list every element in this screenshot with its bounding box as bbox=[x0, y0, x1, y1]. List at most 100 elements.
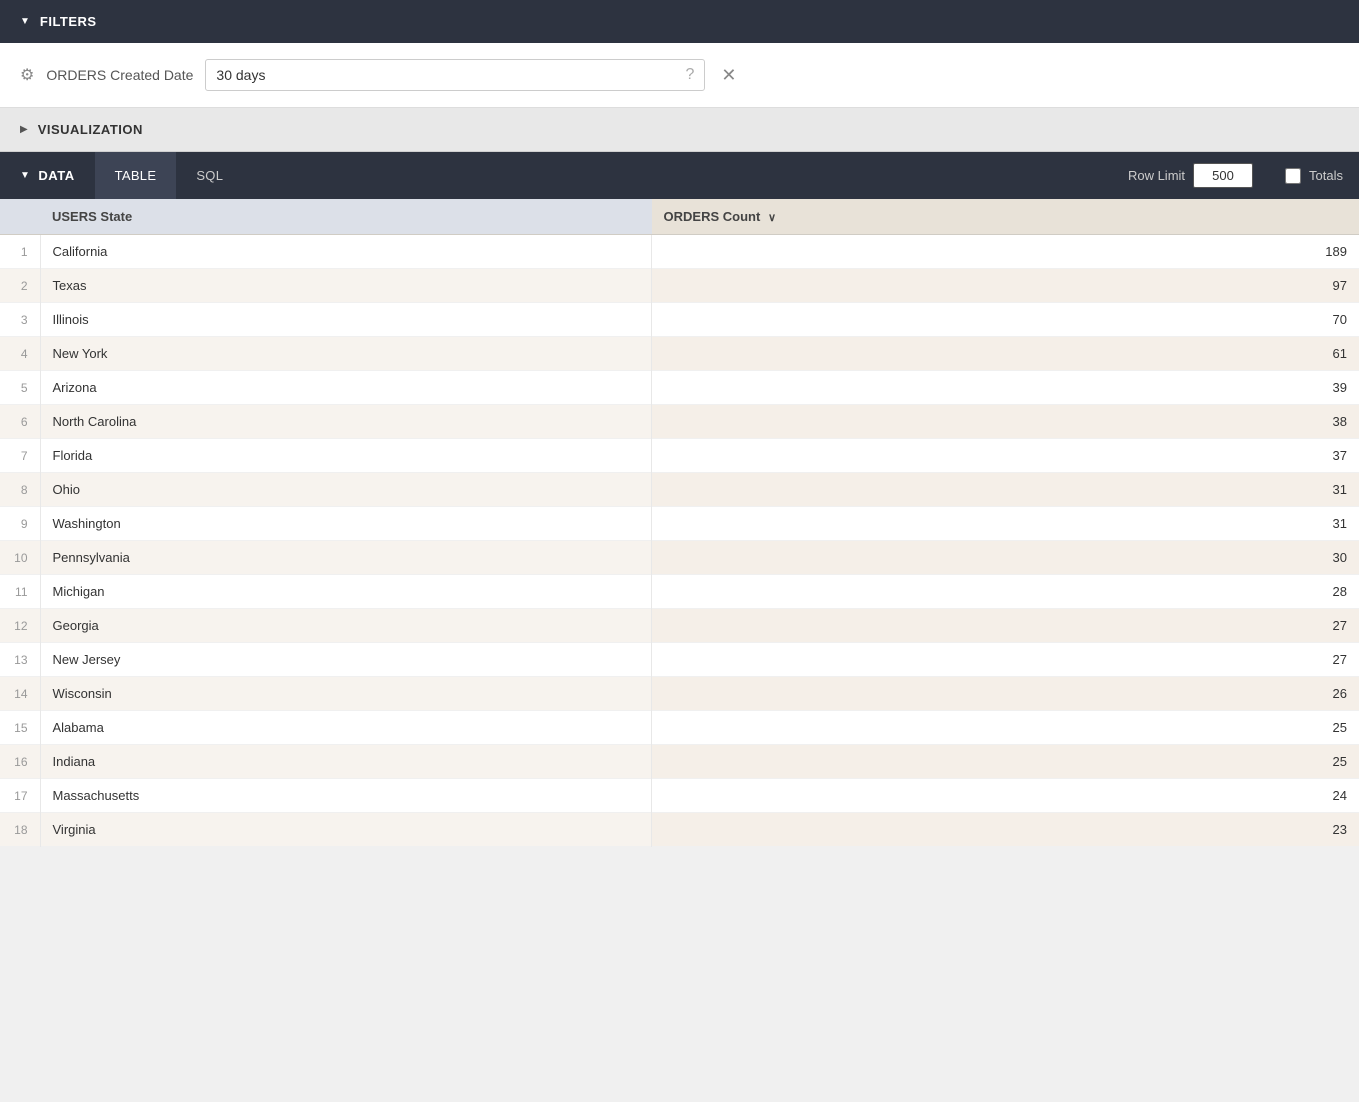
cell-row-num: 9 bbox=[0, 507, 40, 541]
cell-count: 61 bbox=[652, 337, 1359, 371]
cell-state: Wisconsin bbox=[40, 677, 652, 711]
data-bar: ▼ DATA TABLE SQL Row Limit Totals bbox=[0, 152, 1359, 199]
visualization-expand-icon: ▶ bbox=[20, 124, 28, 135]
cell-state: Indiana bbox=[40, 745, 652, 779]
cell-state: California bbox=[40, 235, 652, 269]
cell-row-num: 8 bbox=[0, 473, 40, 507]
cell-state: New York bbox=[40, 337, 652, 371]
cell-state: Pennsylvania bbox=[40, 541, 652, 575]
table-row: 4New York61 bbox=[0, 337, 1359, 371]
cell-count: 30 bbox=[652, 541, 1359, 575]
cell-state: North Carolina bbox=[40, 405, 652, 439]
cell-count: 189 bbox=[652, 235, 1359, 269]
table-row: 8Ohio31 bbox=[0, 473, 1359, 507]
tab-data[interactable]: ▼ DATA bbox=[0, 152, 95, 199]
filter-input-wrapper: ? bbox=[205, 59, 705, 91]
cell-row-num: 16 bbox=[0, 745, 40, 779]
visualization-title: VISUALIZATION bbox=[38, 122, 143, 137]
row-limit-label: Row Limit bbox=[1128, 168, 1185, 183]
cell-count: 38 bbox=[652, 405, 1359, 439]
cell-row-num: 3 bbox=[0, 303, 40, 337]
row-limit-input[interactable] bbox=[1193, 163, 1253, 188]
data-collapse-icon: ▼ bbox=[20, 170, 30, 181]
cell-count: 31 bbox=[652, 507, 1359, 541]
filters-collapse-icon: ▼ bbox=[20, 16, 30, 27]
table-row: 14Wisconsin26 bbox=[0, 677, 1359, 711]
col-header-users-state[interactable]: USERS State bbox=[40, 199, 652, 235]
cell-row-num: 15 bbox=[0, 711, 40, 745]
cell-count: 97 bbox=[652, 269, 1359, 303]
cell-row-num: 13 bbox=[0, 643, 40, 677]
cell-row-num: 7 bbox=[0, 439, 40, 473]
cell-count: 25 bbox=[652, 711, 1359, 745]
table-row: 3Illinois70 bbox=[0, 303, 1359, 337]
cell-row-num: 11 bbox=[0, 575, 40, 609]
gear-icon[interactable]: ⚙ bbox=[20, 65, 34, 85]
table-row: 1California189 bbox=[0, 235, 1359, 269]
cell-state: Texas bbox=[40, 269, 652, 303]
cell-count: 25 bbox=[652, 745, 1359, 779]
totals-label: Totals bbox=[1309, 168, 1343, 183]
table-row: 13New Jersey27 bbox=[0, 643, 1359, 677]
cell-state: Washington bbox=[40, 507, 652, 541]
filter-date-input[interactable] bbox=[206, 60, 675, 90]
tab-table[interactable]: TABLE bbox=[95, 152, 177, 199]
cell-count: 28 bbox=[652, 575, 1359, 609]
cell-state: Virginia bbox=[40, 813, 652, 847]
cell-count: 39 bbox=[652, 371, 1359, 405]
cell-row-num: 6 bbox=[0, 405, 40, 439]
cell-state: New Jersey bbox=[40, 643, 652, 677]
filters-header[interactable]: ▼ FILTERS bbox=[0, 0, 1359, 43]
cell-count: 31 bbox=[652, 473, 1359, 507]
table-row: 11Michigan28 bbox=[0, 575, 1359, 609]
table-row: 18Virginia23 bbox=[0, 813, 1359, 847]
table-row: 9Washington31 bbox=[0, 507, 1359, 541]
col-header-orders-count[interactable]: ORDERS Count ∨ bbox=[652, 199, 1359, 235]
totals-checkbox[interactable] bbox=[1285, 168, 1301, 184]
table-row: 12Georgia27 bbox=[0, 609, 1359, 643]
table-row: 5Arizona39 bbox=[0, 371, 1359, 405]
cell-state: Alabama bbox=[40, 711, 652, 745]
table-row: 16Indiana25 bbox=[0, 745, 1359, 779]
cell-row-num: 2 bbox=[0, 269, 40, 303]
table-row: 15Alabama25 bbox=[0, 711, 1359, 745]
table-row: 2Texas97 bbox=[0, 269, 1359, 303]
filter-label: ORDERS Created Date bbox=[46, 67, 193, 83]
cell-row-num: 18 bbox=[0, 813, 40, 847]
totals-section: Totals bbox=[1269, 168, 1359, 184]
cell-count: 70 bbox=[652, 303, 1359, 337]
table-row: 6North Carolina38 bbox=[0, 405, 1359, 439]
cell-state: Michigan bbox=[40, 575, 652, 609]
filters-body: ⚙ ORDERS Created Date ? ✕ bbox=[0, 43, 1359, 108]
tab-sql[interactable]: SQL bbox=[176, 152, 243, 199]
col-header-num bbox=[0, 199, 40, 235]
data-table-container: USERS State ORDERS Count ∨ 1California18… bbox=[0, 199, 1359, 847]
cell-row-num: 5 bbox=[0, 371, 40, 405]
cell-state: Georgia bbox=[40, 609, 652, 643]
cell-state: Massachusetts bbox=[40, 779, 652, 813]
help-icon[interactable]: ? bbox=[676, 66, 705, 84]
visualization-header[interactable]: ▶ VISUALIZATION bbox=[0, 108, 1359, 152]
cell-count: 24 bbox=[652, 779, 1359, 813]
filter-close-icon[interactable]: ✕ bbox=[717, 65, 740, 86]
cell-state: Florida bbox=[40, 439, 652, 473]
cell-state: Arizona bbox=[40, 371, 652, 405]
cell-count: 27 bbox=[652, 643, 1359, 677]
cell-count: 37 bbox=[652, 439, 1359, 473]
table-header-row: USERS State ORDERS Count ∨ bbox=[0, 199, 1359, 235]
table-body: 1California1892Texas973Illinois704New Yo… bbox=[0, 235, 1359, 847]
cell-count: 23 bbox=[652, 813, 1359, 847]
row-limit-section: Row Limit bbox=[1128, 163, 1269, 188]
cell-row-num: 14 bbox=[0, 677, 40, 711]
cell-row-num: 1 bbox=[0, 235, 40, 269]
cell-row-num: 4 bbox=[0, 337, 40, 371]
filters-title: FILTERS bbox=[40, 14, 97, 29]
data-tab-label: DATA bbox=[38, 168, 74, 183]
cell-row-num: 17 bbox=[0, 779, 40, 813]
data-table: USERS State ORDERS Count ∨ 1California18… bbox=[0, 199, 1359, 847]
cell-row-num: 10 bbox=[0, 541, 40, 575]
cell-count: 26 bbox=[652, 677, 1359, 711]
table-row: 7Florida37 bbox=[0, 439, 1359, 473]
cell-count: 27 bbox=[652, 609, 1359, 643]
cell-row-num: 12 bbox=[0, 609, 40, 643]
